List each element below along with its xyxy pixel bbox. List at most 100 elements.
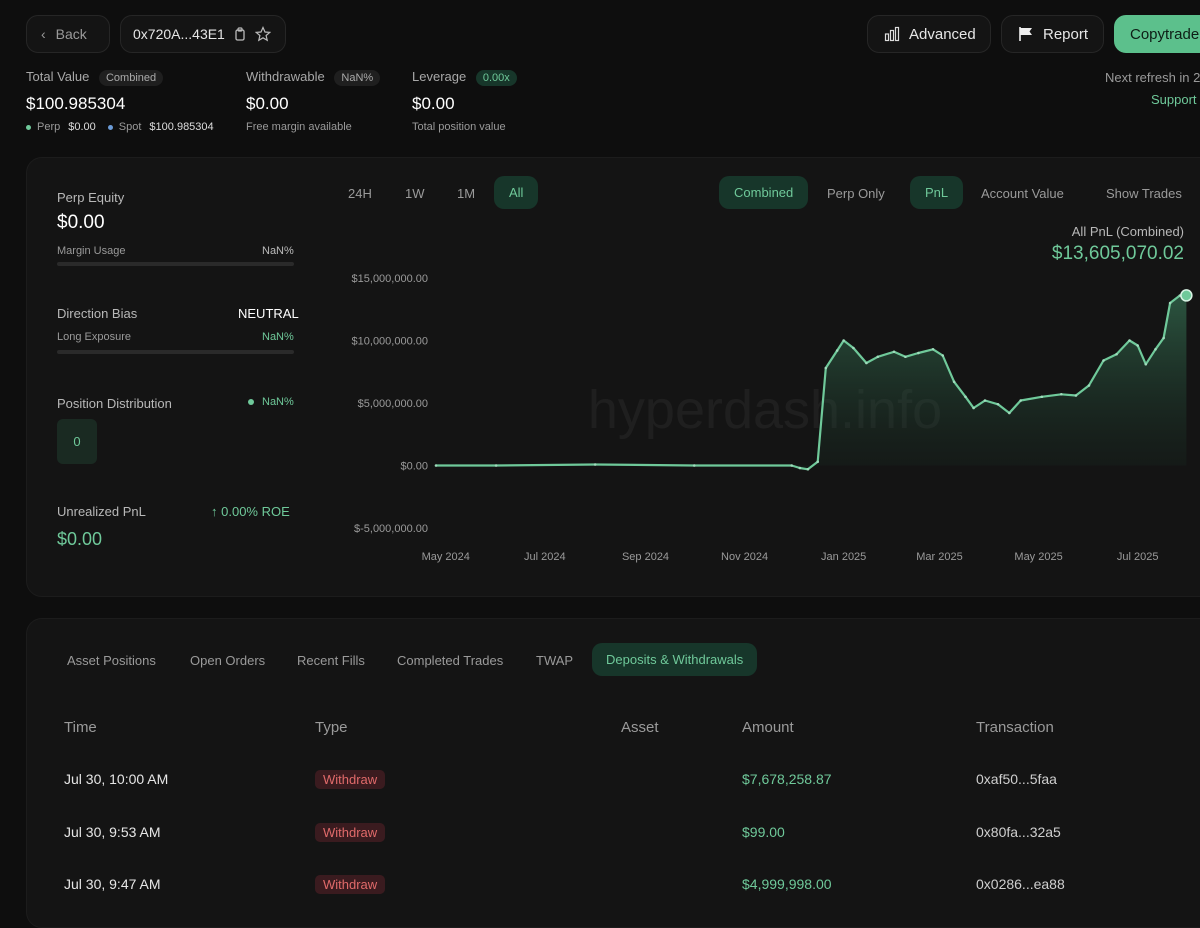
- data-point: [1060, 392, 1063, 396]
- x-tick-label: Mar 2025: [916, 551, 962, 563]
- data-point: [1154, 347, 1157, 351]
- table-tab-completed-trades[interactable]: Completed Trades: [385, 646, 515, 675]
- table-tab-twap[interactable]: TWAP: [524, 646, 585, 675]
- data-point: [1144, 362, 1148, 366]
- data-point: [798, 466, 802, 470]
- range-24h[interactable]: 24H: [336, 179, 384, 208]
- back-button[interactable]: ‹ Back: [26, 15, 110, 53]
- data-point: [1102, 359, 1105, 362]
- data-point: [852, 346, 855, 350]
- y-tick-label: $15,000,000.00: [352, 273, 428, 285]
- show-trades-toggle[interactable]: Show Trades: [1094, 179, 1194, 208]
- address-box: 0x720A...43E1: [120, 15, 286, 53]
- data-point: [835, 349, 839, 352]
- next-refresh-text: Next refresh in 2: [1105, 70, 1200, 85]
- withdrawable-label: Withdrawable NaN%: [246, 69, 381, 86]
- pnl-title: All PnL (Combined): [1071, 224, 1184, 239]
- star-icon[interactable]: [254, 26, 271, 42]
- data-point: [917, 351, 920, 355]
- data-point: [593, 463, 597, 466]
- data-point: [876, 355, 880, 359]
- data-point: [790, 464, 793, 467]
- data-point: [941, 354, 945, 357]
- x-tick-label: Jul 2025: [1117, 551, 1159, 563]
- row-type-badge: Withdraw: [315, 770, 386, 789]
- report-button[interactable]: Report: [1001, 15, 1104, 53]
- copy-icon[interactable]: [233, 27, 247, 41]
- range-1w[interactable]: 1W: [393, 179, 437, 208]
- row-type-badge: Withdraw: [315, 875, 386, 894]
- position-count: 0: [73, 434, 81, 449]
- table-tab-deposits-withdrawals[interactable]: Deposits & Withdrawals: [592, 643, 758, 676]
- row-amount: $7,678,258.87: [742, 771, 832, 787]
- roe-value: ↑ 0.00% ROE: [211, 504, 290, 519]
- leverage-value: $0.00: [412, 94, 455, 113]
- row-transaction-link[interactable]: 0x0286...ea88: [976, 876, 1065, 892]
- leverage-sub: Total position value: [412, 121, 506, 133]
- position-distribution-label: Position Distribution: [57, 396, 172, 411]
- data-point: [964, 395, 967, 399]
- advanced-button[interactable]: Advanced: [867, 15, 991, 53]
- combined-toggle[interactable]: Combined: [719, 176, 809, 209]
- copytrade-button[interactable]: Copytrade: [1114, 15, 1200, 53]
- long-exposure-bar: [57, 350, 294, 354]
- margin-usage-value: NaN%: [262, 245, 294, 257]
- data-point: [1115, 352, 1118, 356]
- data-point: [816, 460, 819, 464]
- col-amount: Amount: [742, 719, 794, 736]
- pnl-toggle[interactable]: PnL: [910, 176, 964, 209]
- data-point: [434, 464, 438, 467]
- spot-dot-icon: [107, 124, 113, 130]
- row-time: Jul 30, 9:47 AM: [64, 876, 161, 892]
- data-point: [1087, 384, 1091, 387]
- perp-value: $0.00: [68, 121, 96, 133]
- data-point: [904, 355, 907, 359]
- row-type-badge: Withdraw: [315, 823, 386, 842]
- range-all[interactable]: All: [494, 176, 539, 209]
- perp-equity-value: $0.00: [57, 212, 105, 233]
- table-tab-asset-positions[interactable]: Asset Positions: [55, 646, 168, 675]
- table-tab-recent-fills[interactable]: Recent Fills: [285, 646, 377, 675]
- data-point: [1168, 301, 1172, 305]
- withdrawable-badge: NaN%: [334, 70, 381, 86]
- withdrawable-value: $0.00: [246, 94, 289, 113]
- data-point: [865, 361, 868, 365]
- direction-bias-value: NEUTRAL: [238, 306, 299, 321]
- data-point: [806, 467, 810, 471]
- back-label: Back: [55, 26, 87, 42]
- data-point: [692, 464, 696, 467]
- row-transaction-link[interactable]: 0x80fa...32a5: [976, 824, 1061, 840]
- x-tick-label: May 2024: [422, 551, 470, 563]
- data-point: [996, 402, 1000, 406]
- total-value-label: Total Value Combined: [26, 69, 164, 86]
- advanced-label: Advanced: [909, 25, 976, 43]
- data-point: [824, 366, 828, 370]
- data-point: [1136, 344, 1139, 347]
- col-asset: Asset: [621, 719, 659, 736]
- data-point: [1019, 399, 1023, 402]
- spot-value: $100.985304: [149, 121, 214, 133]
- y-tick-label: $10,000,000.00: [352, 336, 428, 348]
- bar-chart-icon: [884, 26, 900, 42]
- range-1m[interactable]: 1M: [445, 179, 487, 208]
- col-type: Type: [315, 719, 348, 736]
- perp-equity-label: Perp Equity: [57, 190, 125, 205]
- perp-only-toggle[interactable]: Perp Only: [815, 179, 897, 208]
- arrow-up-icon: ↑: [211, 504, 218, 519]
- support-link[interactable]: Support: [1151, 92, 1197, 107]
- current-point-marker: [1180, 289, 1193, 302]
- table-tab-open-orders[interactable]: Open Orders: [178, 646, 277, 675]
- row-amount: $4,999,998.00: [742, 876, 832, 892]
- leverage-badge: 0.00x: [475, 70, 517, 86]
- copytrade-label: Copytrade: [1130, 25, 1200, 43]
- unrealized-pnl-value: $0.00: [57, 529, 103, 549]
- col-transaction: Transaction: [976, 719, 1054, 736]
- row-transaction-link[interactable]: 0xaf50...5faa: [976, 771, 1057, 787]
- y-tick-label: $0.00: [400, 461, 428, 473]
- green-dot-icon: [248, 399, 254, 405]
- data-point: [1008, 411, 1011, 415]
- data-point: [1074, 394, 1078, 397]
- perp-spot-breakdown: Perp $0.00 Spot $100.985304: [26, 121, 214, 133]
- account-value-toggle[interactable]: Account Value: [969, 179, 1076, 208]
- x-tick-label: May 2025: [1014, 551, 1062, 563]
